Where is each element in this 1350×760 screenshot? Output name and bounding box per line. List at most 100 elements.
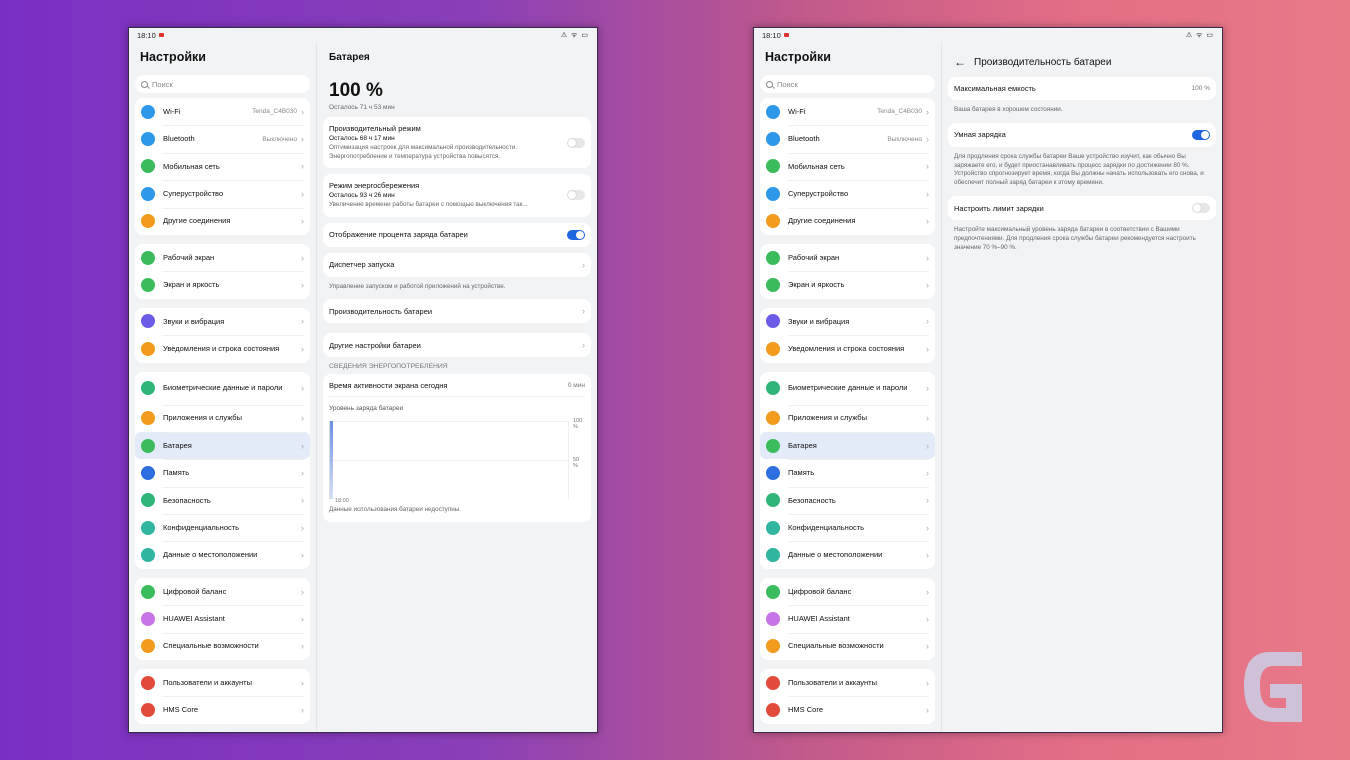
sidebar-item[interactable]: Память › <box>760 459 935 486</box>
sidebar-item-label: Специальные возможности <box>788 641 884 651</box>
sidebar-item[interactable]: HUAWEI Assistant › <box>760 605 935 632</box>
search-input[interactable]: Поиск <box>760 75 935 93</box>
sidebar-item[interactable]: HUAWEI Assistant › <box>135 605 310 632</box>
sidebar-item[interactable]: Пользователи и аккаунты › <box>135 669 310 696</box>
chevron-right-icon: › <box>926 467 929 478</box>
sidebar-item[interactable]: Суперустройство › <box>135 180 310 207</box>
sidebar-item-label: Wi-Fi <box>163 106 181 116</box>
sidebar-item[interactable]: Приложения и службы › <box>135 404 310 432</box>
sidebar-item-label: Суперустройство <box>788 188 849 198</box>
sidebar-item[interactable]: Bluetooth Выключено › <box>135 125 310 152</box>
status-time: 18:10 <box>762 30 781 40</box>
sidebar-item[interactable]: Мобильная сеть › <box>135 152 310 180</box>
sidebar-item[interactable]: Другие соединения › <box>760 207 935 235</box>
sidebar-item[interactable]: Биометрические данные и пароли › <box>135 372 310 405</box>
chevron-right-icon: › <box>301 467 304 478</box>
sidebar-item[interactable]: Wi-Fi Tenda_C4B030 › <box>760 98 935 125</box>
apps-icon <box>766 411 780 426</box>
sidebar-item[interactable]: Специальные возможности › <box>760 632 935 660</box>
back-arrow-icon[interactable]: ← <box>954 55 966 69</box>
chevron-right-icon: › <box>301 316 304 327</box>
sidebar-item[interactable]: Память › <box>135 459 310 486</box>
sidebar-item[interactable]: Безопасность › <box>760 486 935 514</box>
sidebar-item-label: Приложения и службы <box>788 413 867 423</box>
sidebar-item-label: HMS Core <box>163 705 199 715</box>
sidebar-item-label: Батарея <box>163 440 192 450</box>
sidebar-item-label: Bluetooth <box>788 134 820 144</box>
perf-mode-title: Производительный режим <box>329 124 421 133</box>
sidebar-item[interactable]: Мобильная сеть › <box>760 152 935 180</box>
sidebar-item[interactable]: HMS Core › <box>760 696 935 723</box>
privacy-icon <box>766 520 780 535</box>
sidebar-item[interactable]: Данные о местоположении › <box>760 541 935 568</box>
chevron-right-icon: › <box>301 641 304 652</box>
sidebar-group: Wi-Fi Tenda_C4B030 › Bluetooth Выключено › Моб… <box>135 98 310 235</box>
saver-mode-toggle[interactable] <box>567 190 585 201</box>
sidebar-item[interactable]: Конфиденциальность › <box>135 514 310 541</box>
smart-charge-toggle[interactable] <box>1192 129 1210 140</box>
sidebar-item[interactable]: Суперустройство › <box>760 180 935 207</box>
sidebar-item[interactable]: Другие соединения › <box>135 207 310 235</box>
sidebar-item[interactable]: Звуки и вибрация › <box>760 308 935 335</box>
battery-performance-label: Производительность батареи <box>329 306 433 316</box>
sidebar-item[interactable]: Данные о местоположении › <box>135 541 310 568</box>
battery-performance-item[interactable]: Производительность батареи › <box>323 299 591 324</box>
sidebar-item[interactable]: Цифровой баланс › <box>760 578 935 605</box>
other-settings-item[interactable]: Другие настройки батареи › <box>323 333 591 358</box>
chevron-right-icon: › <box>582 340 585 351</box>
sidebar-item[interactable]: Wi-Fi Tenda_C4B030 › <box>135 98 310 125</box>
sidebar-item[interactable]: Звуки и вибрация › <box>135 308 310 335</box>
sidebar-item[interactable]: HMS Core › <box>135 696 310 723</box>
chevron-right-icon: › <box>301 188 304 199</box>
sidebar-item[interactable]: Рабочий экран › <box>135 244 310 271</box>
sidebar-groups: Wi-Fi Tenda_C4B030 › Bluetooth Выключено › Моб… <box>760 98 935 724</box>
chevron-right-icon: › <box>926 705 929 716</box>
sidebar-item[interactable]: Уведомления и строка состояния › <box>135 335 310 362</box>
sidebar-item[interactable]: Рабочий экран › <box>760 244 935 271</box>
sidebar-item[interactable]: Конфиденциальность › <box>760 514 935 541</box>
hms-icon <box>766 703 780 718</box>
sidebar-item[interactable]: Цифровой баланс › <box>135 578 310 605</box>
saver-mode-card[interactable]: Режим энергосбережения Осталось 93 ч 26 … <box>323 174 591 217</box>
sidebar-item[interactable]: Bluetooth Выключено › <box>760 125 935 152</box>
sidebar-item[interactable]: Биометрические данные и пароли › <box>760 372 935 405</box>
sidebar-item[interactable]: Экран и яркость › <box>760 271 935 298</box>
search-placeholder: Поиск <box>152 79 173 89</box>
location-icon <box>141 548 155 563</box>
chevron-right-icon: › <box>301 106 304 117</box>
charge-limit-toggle[interactable] <box>1192 203 1210 214</box>
show-percent-card: Отображение процента заряда батареи <box>323 222 591 247</box>
sidebar-item[interactable]: Батарея › <box>760 431 935 460</box>
perf-mode-toggle[interactable] <box>567 137 585 148</box>
sidebar-item[interactable]: Пользователи и аккаунты › <box>760 669 935 696</box>
superdevice-icon <box>141 186 155 201</box>
hand-icon <box>766 639 780 654</box>
chevron-right-icon: › <box>926 522 929 533</box>
sidebar-item[interactable]: Безопасность › <box>135 486 310 514</box>
bell-icon <box>766 341 780 356</box>
sidebar-item-label: Пользователи и аккаунты <box>163 677 253 687</box>
chevron-right-icon: › <box>926 613 929 624</box>
chevron-right-icon: › <box>582 306 585 317</box>
page-title: Настройки <box>765 50 831 64</box>
sidebar-group: Биометрические данные и пароли › Приложени… <box>760 371 935 569</box>
usage-card: Время активности экрана сегодня 0 мин Уро… <box>323 374 591 522</box>
sidebar-group: Рабочий экран › Экран и яркость › <box>760 243 935 299</box>
assistant-icon <box>141 611 155 626</box>
sidebar-item[interactable]: Уведомления и строка состояния › <box>760 335 935 362</box>
wifi-icon <box>766 104 780 119</box>
sidebar-item[interactable]: Специальные возможности › <box>135 632 310 660</box>
sidebar-item-value: Tenda_C4B030 <box>252 108 297 116</box>
perf-mode-card[interactable]: Производительный режим Осталось 68 ч 17 … <box>323 117 591 168</box>
show-percent-toggle[interactable] <box>567 229 585 240</box>
battery-level: 100 % <box>329 80 383 101</box>
sidebar-item[interactable]: Приложения и службы › <box>760 404 935 432</box>
sidebar-item-label: Батарея <box>788 440 817 450</box>
search-input[interactable]: Поиск <box>135 75 310 93</box>
sidebar-item-value: Выключено <box>887 135 922 143</box>
chevron-right-icon: › <box>926 161 929 172</box>
sidebar-item[interactable]: Батарея › <box>135 431 310 460</box>
signal-icon <box>766 159 780 174</box>
sidebar-item[interactable]: Экран и яркость › <box>135 271 310 298</box>
launch-manager-item[interactable]: Диспетчер запуска › <box>323 252 591 277</box>
